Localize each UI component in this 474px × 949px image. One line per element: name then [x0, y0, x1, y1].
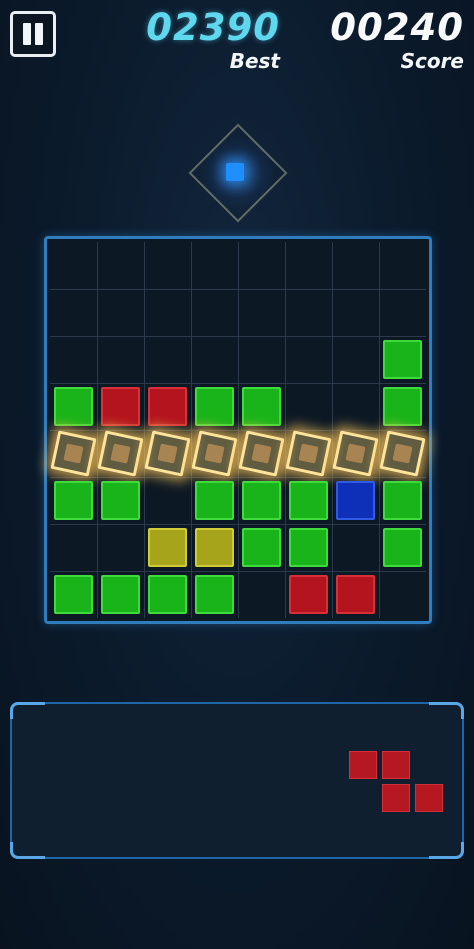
clearing-block — [191, 430, 238, 477]
best-score: 02390 Best — [146, 6, 280, 73]
green-block — [101, 481, 140, 520]
current-score: 00240 Score — [330, 6, 464, 73]
green-block — [383, 481, 422, 520]
tray-corner — [429, 842, 464, 859]
best-score-value: 02390 — [146, 6, 280, 49]
pause-icon-bar — [35, 23, 43, 45]
clearing-block — [50, 430, 97, 477]
next-piece-block — [415, 784, 443, 812]
green-block — [101, 575, 140, 614]
green-block — [242, 481, 281, 520]
green-block — [195, 387, 234, 426]
clearing-block — [285, 430, 332, 477]
clearing-block-core — [251, 443, 272, 464]
score-value: 00240 — [330, 6, 464, 49]
clearing-block-core — [157, 443, 178, 464]
green-block — [383, 387, 422, 426]
grid-line — [50, 477, 426, 478]
grid-line — [50, 524, 426, 525]
clearing-block-core — [204, 443, 225, 464]
green-block — [289, 481, 328, 520]
clearing-block — [238, 430, 285, 477]
blue-block — [336, 481, 375, 520]
yellow-block — [148, 528, 187, 567]
pause-icon — [23, 23, 31, 45]
green-block — [289, 528, 328, 567]
clearing-block-core — [345, 443, 366, 464]
piece-tray — [10, 702, 464, 859]
pause-button[interactable] — [10, 11, 56, 57]
green-block — [148, 575, 187, 614]
clearing-block — [144, 430, 191, 477]
clearing-block — [97, 430, 144, 477]
green-block — [383, 340, 422, 379]
grid-line — [50, 289, 426, 290]
green-block — [242, 528, 281, 567]
red-block — [289, 575, 328, 614]
clearing-block-core — [392, 443, 413, 464]
best-score-label: Best — [229, 49, 280, 73]
tray-corner — [429, 702, 464, 719]
next-piece-block — [382, 784, 410, 812]
tray-corner — [10, 702, 45, 719]
clearing-block-core — [63, 443, 84, 464]
tray-corner — [10, 842, 45, 859]
clearing-block — [379, 430, 426, 477]
grid-line — [50, 383, 426, 384]
red-block — [101, 387, 140, 426]
next-piece-block — [349, 751, 377, 779]
green-block — [242, 387, 281, 426]
red-block — [336, 575, 375, 614]
green-block — [54, 387, 93, 426]
game-board[interactable] — [44, 236, 432, 624]
grid-line — [50, 336, 426, 337]
green-block — [54, 575, 93, 614]
clearing-block-core — [298, 443, 319, 464]
score-label: Score — [400, 49, 464, 73]
red-block — [148, 387, 187, 426]
block-spawner-portal — [188, 123, 288, 223]
grid-line — [50, 571, 426, 572]
green-block — [54, 481, 93, 520]
yellow-block — [195, 528, 234, 567]
clearing-block — [332, 430, 379, 477]
green-block — [195, 575, 234, 614]
green-block — [383, 528, 422, 567]
portal-core — [226, 163, 244, 181]
next-piece-block — [382, 751, 410, 779]
next-piece[interactable] — [349, 751, 444, 813]
green-block — [195, 481, 234, 520]
board-grid[interactable] — [50, 242, 426, 618]
clearing-block-core — [110, 443, 131, 464]
